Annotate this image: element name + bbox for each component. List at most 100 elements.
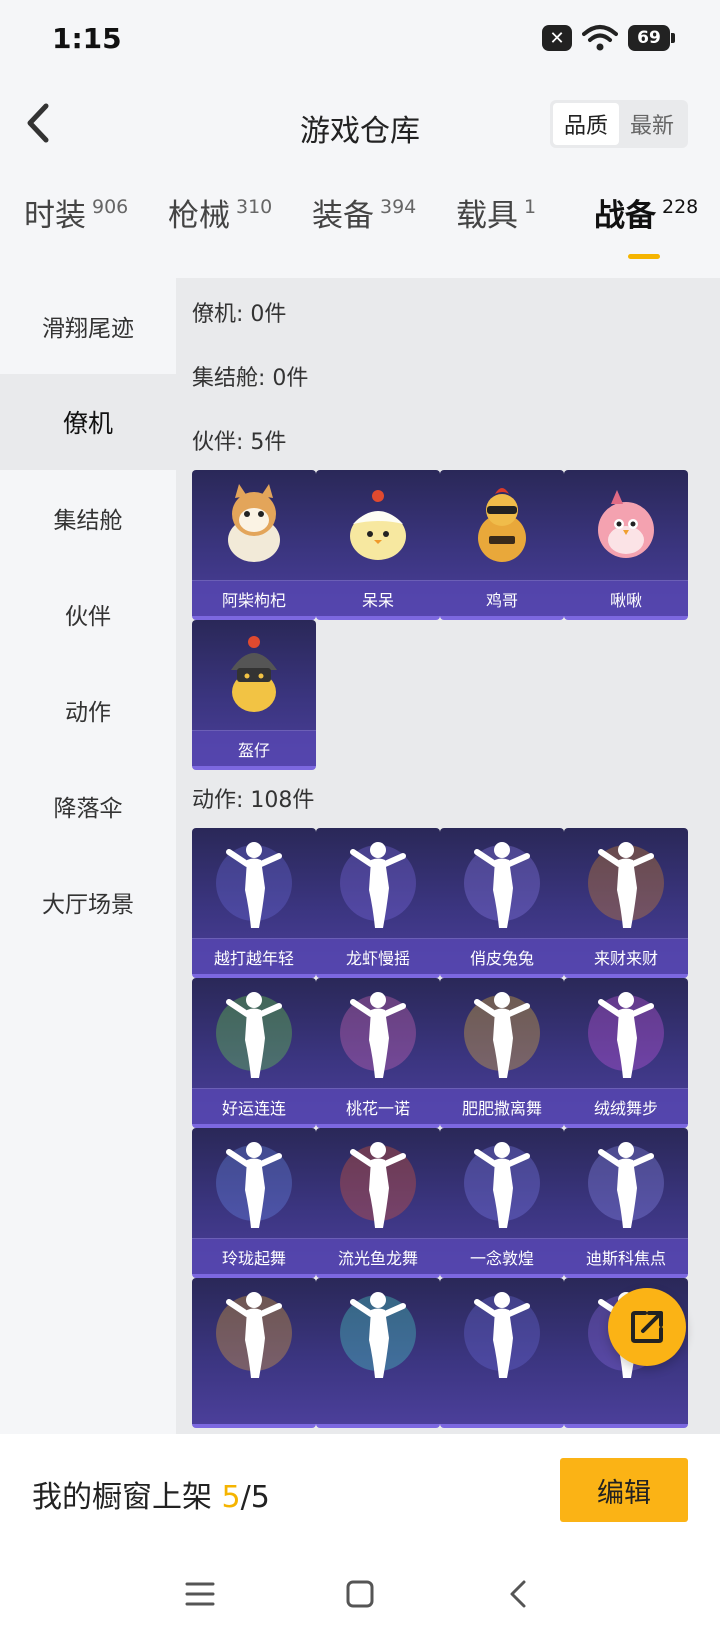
emote-card[interactable]: 越打越年轻 — [192, 828, 316, 978]
chick-figure — [316, 470, 440, 580]
item-label: 阿柴枸杞 — [192, 580, 316, 616]
wifi-icon — [582, 25, 618, 51]
home-button[interactable] — [340, 1574, 380, 1614]
rooster-figure — [440, 470, 564, 580]
tab-vehicles[interactable]: 载具 1 — [456, 190, 536, 235]
dancer-silhouette — [440, 828, 564, 938]
sort-option-quality[interactable]: 品质 — [553, 103, 619, 145]
sidebar-item-rally-pod[interactable]: 集结舱 — [0, 470, 176, 566]
item-label: 盔仔 — [192, 730, 316, 766]
tab-equipment[interactable]: 装备 394 — [312, 190, 416, 235]
content-panel: 僚机: 0件 集结舱: 0件 伙伴: 5件 阿柴枸杞 呆呆 鸡哥 啾啾 盔仔 动… — [176, 278, 720, 1434]
back-button[interactable] — [18, 100, 58, 146]
emote-card[interactable] — [316, 1278, 440, 1428]
dancer-silhouette — [192, 1278, 316, 1388]
emote-card[interactable] — [192, 1278, 316, 1428]
chevron-left-icon — [27, 103, 49, 143]
dancer-silhouette — [440, 1278, 564, 1388]
sort-option-latest[interactable]: 最新 — [619, 103, 685, 145]
tab-fashion[interactable]: 时装 906 — [24, 190, 128, 235]
dancer-silhouette — [316, 978, 440, 1088]
sidebar-item-lobby-scene[interactable]: 大厅场景 — [0, 854, 176, 950]
emote-card[interactable]: 一念敦煌 — [440, 1128, 564, 1278]
emote-card[interactable]: 俏皮兔兔 — [440, 828, 564, 978]
dancer-silhouette — [316, 1278, 440, 1388]
menu-icon — [185, 1582, 215, 1606]
partner-card[interactable]: 呆呆 — [316, 470, 440, 620]
helmet-chick-figure — [192, 620, 316, 730]
item-label: 越打越年轻 — [192, 938, 316, 974]
item-label: 鸡哥 — [440, 580, 564, 616]
partner-card[interactable]: 盔仔 — [192, 620, 316, 770]
emote-card[interactable]: 好运连连 — [192, 978, 316, 1128]
active-tab-indicator — [628, 254, 660, 259]
emote-card[interactable]: 桃花一诺 — [316, 978, 440, 1128]
tab-count: 310 — [236, 196, 273, 218]
tab-battle-gear[interactable]: 战备 228 — [594, 190, 698, 235]
sidebar-item-parachute[interactable]: 降落伞 — [0, 758, 176, 854]
showcase-bar: 我的橱窗上架 5/5 编辑 — [0, 1434, 720, 1546]
tab-label: 战备 — [594, 198, 656, 234]
category-tabs: 时装 906 枪械 310 装备 394 载具 1 战备 228 — [0, 190, 720, 266]
tab-count: 394 — [380, 196, 417, 218]
status-bar: 1:15 ✕ 69 — [0, 0, 720, 80]
status-time: 1:15 — [52, 22, 122, 55]
menu-button[interactable] — [180, 1574, 220, 1614]
dancer-silhouette — [440, 978, 564, 1088]
battery-icon: 69 — [628, 25, 675, 51]
partner-card[interactable]: 阿柴枸杞 — [192, 470, 316, 620]
dancer-silhouette — [192, 1128, 316, 1238]
emote-card[interactable]: 流光鱼龙舞 — [316, 1128, 440, 1278]
item-label: 来财来财 — [564, 938, 688, 974]
showcase-total: /5 — [240, 1480, 270, 1515]
item-label: 迪斯科焦点 — [564, 1238, 688, 1274]
system-nav-bar — [0, 1546, 720, 1640]
shiba-dog-figure — [192, 470, 316, 580]
sidebar-item-partner[interactable]: 伙伴 — [0, 566, 176, 662]
tab-count: 1 — [524, 196, 537, 218]
share-icon — [631, 1311, 663, 1343]
pink-bird-figure — [564, 470, 688, 580]
sidebar-item-glide-trail[interactable]: 滑翔尾迹 — [0, 278, 176, 374]
emote-card[interactable] — [440, 1278, 564, 1428]
item-label: 玲珑起舞 — [192, 1238, 316, 1274]
showcase-label: 我的橱窗上架 — [32, 1480, 222, 1515]
item-label: 龙虾慢摇 — [316, 938, 440, 974]
dancer-silhouette — [564, 828, 688, 938]
dancer-silhouette — [440, 1128, 564, 1238]
sort-toggle: 品质 最新 — [550, 100, 688, 148]
emote-card[interactable]: 迪斯科焦点 — [564, 1128, 688, 1278]
emote-card[interactable]: 来财来财 — [564, 828, 688, 978]
item-label: 俏皮兔兔 — [440, 938, 564, 974]
partner-card[interactable]: 啾啾 — [564, 470, 688, 620]
dancer-silhouette — [316, 1128, 440, 1238]
partner-card[interactable]: 鸡哥 — [440, 470, 564, 620]
sidebar-item-emote[interactable]: 动作 — [0, 662, 176, 758]
emote-card[interactable]: 玲珑起舞 — [192, 1128, 316, 1278]
emote-card[interactable]: 肥肥撒离舞 — [440, 978, 564, 1128]
emote-card[interactable]: 绒绒舞步 — [564, 978, 688, 1128]
header: 游戏仓库 品质 最新 — [0, 80, 720, 170]
home-square-icon — [346, 1580, 374, 1608]
item-label: 啾啾 — [564, 580, 688, 616]
share-button[interactable] — [608, 1288, 686, 1366]
showcase-current: 5 — [221, 1480, 241, 1515]
section-title-partner: 伙伴: 5件 — [192, 430, 287, 455]
section-title-wingman: 僚机: 0件 — [192, 302, 287, 327]
status-icons: ✕ 69 — [542, 24, 675, 52]
dancer-silhouette — [564, 1128, 688, 1238]
tab-label: 枪械 — [168, 198, 230, 234]
section-title-emote: 动作: 108件 — [192, 788, 315, 813]
section-title-rally-pod: 集结舱: 0件 — [192, 366, 309, 391]
item-label: 呆呆 — [316, 580, 440, 616]
nav-back-button[interactable] — [498, 1574, 538, 1614]
item-label: 流光鱼龙舞 — [316, 1238, 440, 1274]
dancer-silhouette — [316, 828, 440, 938]
item-label: 绒绒舞步 — [564, 1088, 688, 1124]
edit-button[interactable]: 编辑 — [560, 1458, 688, 1522]
sidebar-item-wingman[interactable]: 僚机 — [0, 374, 176, 470]
tab-label: 时装 — [24, 198, 86, 234]
emote-card[interactable]: 龙虾慢摇 — [316, 828, 440, 978]
tab-weapons[interactable]: 枪械 310 — [168, 190, 272, 235]
tab-count: 906 — [92, 196, 129, 218]
